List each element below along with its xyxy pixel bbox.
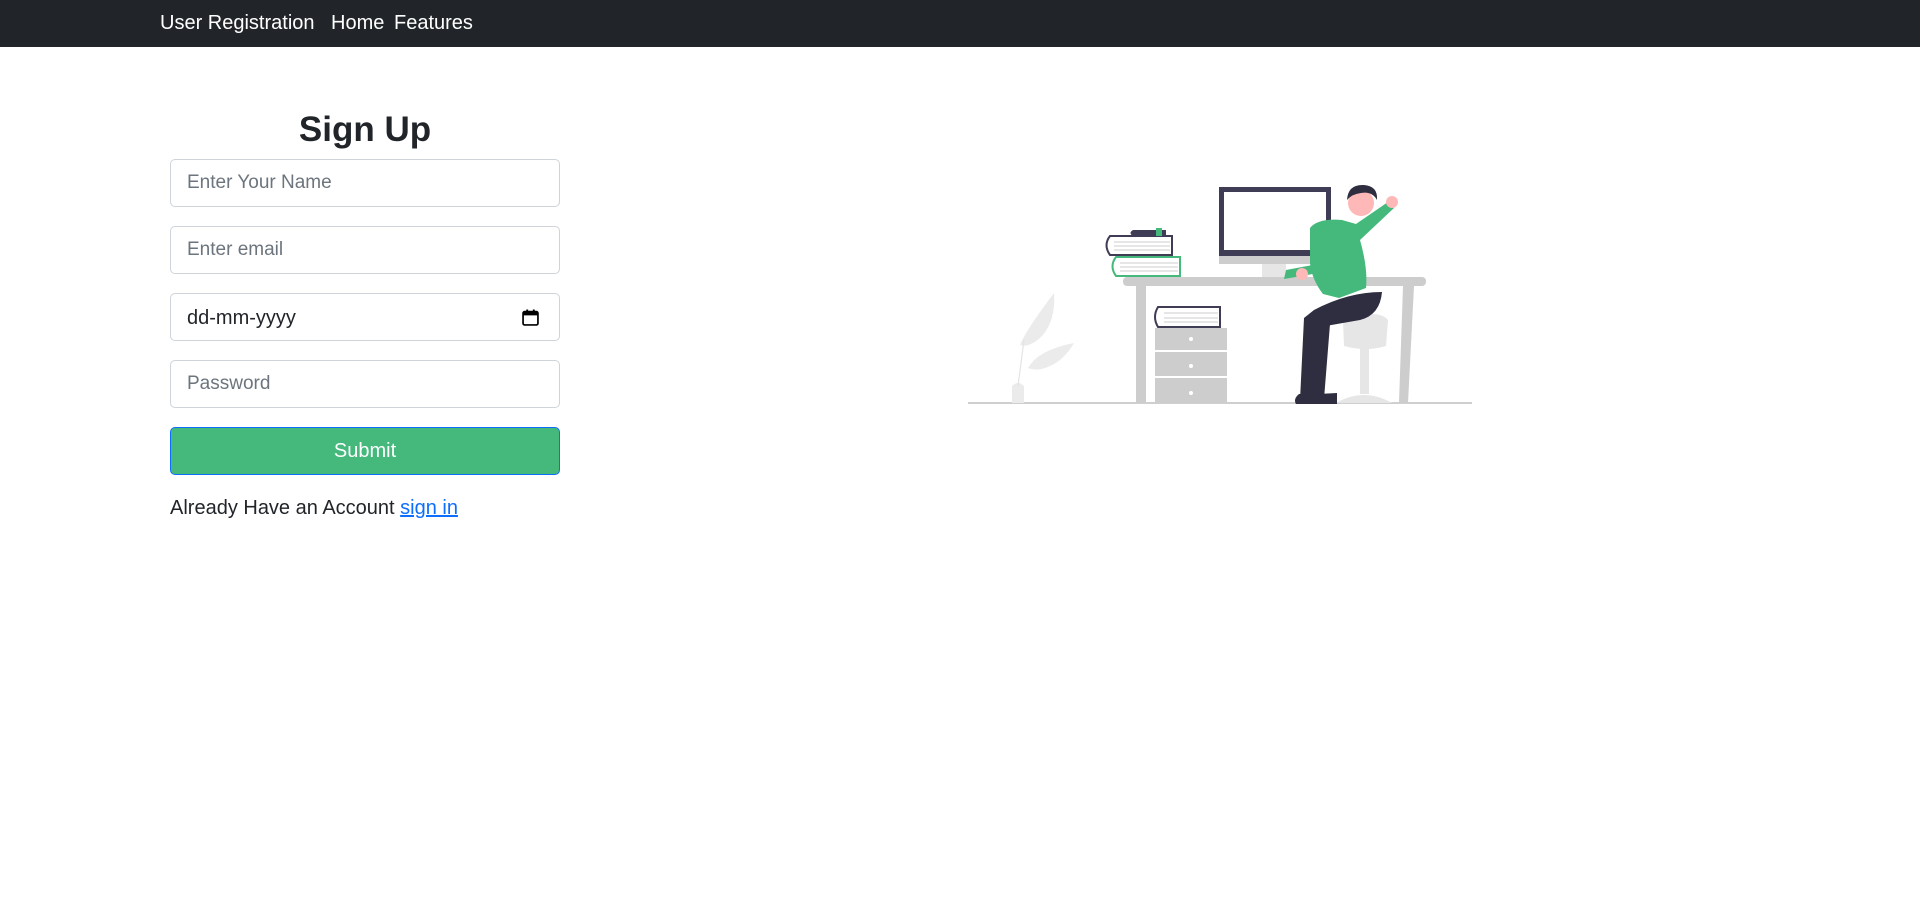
email-input[interactable] [170, 226, 560, 274]
signin-prompt: Already Have an Account sign in [170, 497, 560, 520]
nav-link-home[interactable]: Home [331, 12, 384, 35]
nav-link-features[interactable]: Features [394, 12, 473, 35]
calendar-icon[interactable] [522, 309, 539, 326]
page-title: Sign Up [298, 110, 432, 149]
book-stack-illustration [1105, 228, 1181, 277]
submit-button[interactable]: Submit [170, 427, 560, 475]
name-input[interactable] [170, 159, 560, 207]
date-of-birth-input[interactable]: dd-mm-yyyy [170, 293, 560, 341]
navbar-brand[interactable]: User Registration [160, 12, 315, 35]
date-placeholder: dd-mm-yyyy [187, 307, 296, 329]
top-navbar: User Registration Home Features [0, 0, 1920, 47]
signup-form: Sign Up dd-mm-yyyy Submit Already Have a… [170, 104, 560, 520]
books-illustration [1154, 306, 1221, 328]
person-at-desk-illustration [968, 184, 1472, 404]
chair-illustration [1336, 314, 1392, 403]
plant-illustration [1012, 293, 1074, 403]
signin-link[interactable]: sign in [400, 497, 458, 519]
signin-prompt-text: Already Have an Account [170, 497, 395, 519]
password-input[interactable] [170, 360, 560, 408]
